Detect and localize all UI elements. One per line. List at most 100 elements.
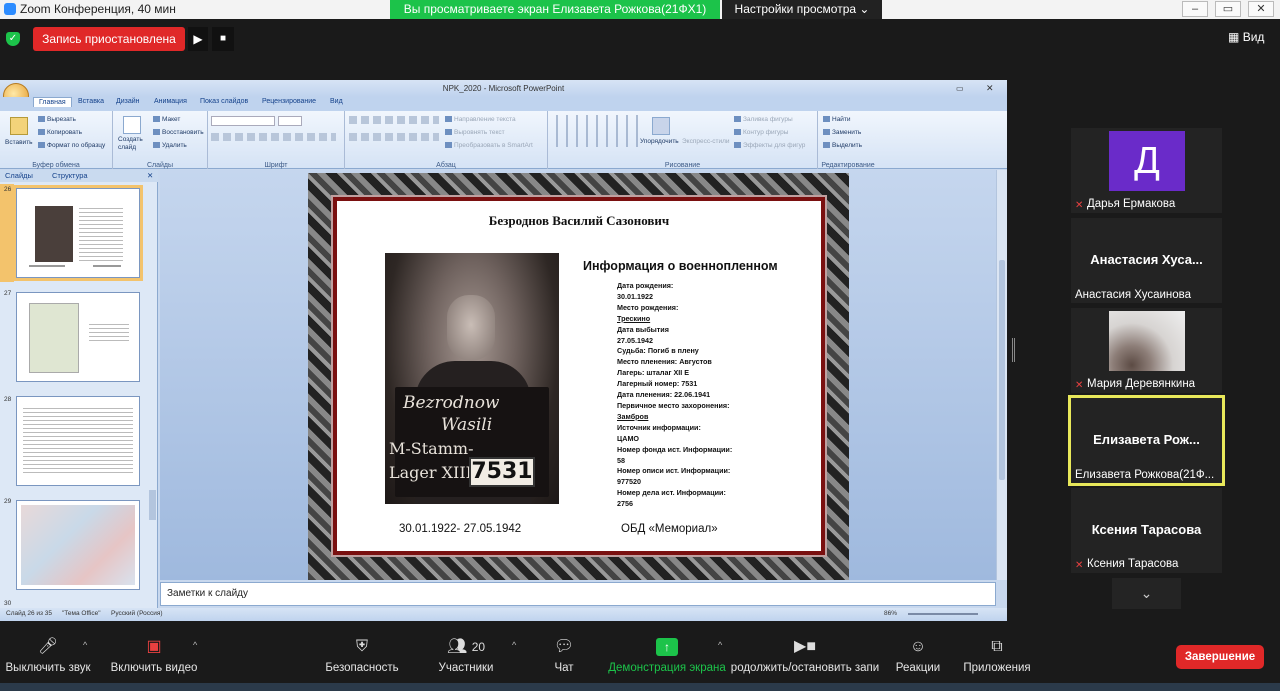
panel-resize-handle[interactable]: [1012, 338, 1015, 362]
text-direction-button[interactable]: Направление текста: [445, 116, 516, 123]
find-icon: [823, 116, 830, 123]
chat-button[interactable]: 💬︎ Чат: [546, 630, 582, 680]
participants-button[interactable]: 👥︎ 20 Участники: [430, 630, 502, 680]
participant-name-text: Мария Деревянкина: [1087, 378, 1196, 390]
security-button[interactable]: ⛨ Безопасность: [320, 630, 404, 680]
zoom-slider[interactable]: [908, 613, 978, 615]
thumb-map: [21, 505, 135, 585]
canvas-scroll-thumb[interactable]: [999, 260, 1005, 480]
ppt-tab-view[interactable]: Вид: [330, 98, 343, 105]
thumb-caption-line: [29, 265, 65, 267]
replace-button[interactable]: Заменить: [823, 129, 861, 136]
arrange-button[interactable]: Упорядочить: [640, 138, 679, 145]
thumb-photo: [35, 206, 73, 262]
font-format-buttons[interactable]: [211, 133, 336, 141]
view-button[interactable]: ▦ Вид: [1228, 30, 1264, 44]
new-slide-button[interactable]: Создать слайд: [118, 136, 152, 152]
smartart-button[interactable]: Преобразовать в SmartArt: [445, 142, 533, 149]
delete-slide-button[interactable]: Удалить: [153, 142, 187, 149]
apps-button[interactable]: ⧉ Приложения: [960, 630, 1034, 680]
participant-center-name: Анастасия Хуса...: [1090, 252, 1203, 267]
tab-slides[interactable]: Слайды: [5, 171, 33, 180]
smartart-label: Преобразовать в SmartArt: [454, 142, 533, 149]
info-line: Место рождения:: [617, 302, 679, 312]
audio-options-caret-icon[interactable]: ^: [83, 640, 87, 650]
pane-scrollbar[interactable]: [149, 490, 156, 520]
shape-effects-button[interactable]: Эффекты для фигур: [734, 142, 805, 149]
thumb-number: 30: [4, 600, 12, 607]
ppt-tab-review[interactable]: Рецензирование: [262, 98, 316, 105]
align-buttons[interactable]: [349, 133, 439, 141]
pow-photo: Bezrodnow Wasili M-Stamm- Lager XIIE 753…: [385, 253, 559, 504]
record-controls-button[interactable]: ▶■ родолжить/остановить запи: [730, 630, 880, 680]
close-pane-icon[interactable]: ✕: [147, 171, 153, 180]
ppt-tab-design[interactable]: Дизайн: [116, 98, 140, 105]
share-arrow-icon: ↑: [656, 638, 678, 656]
view-settings-button[interactable]: Настройки просмотра ⌄: [722, 0, 882, 19]
slide-life-dates: 30.01.1922- 27.05.1942: [399, 523, 522, 535]
reactions-button[interactable]: ☺ Реакции: [894, 630, 942, 680]
notes-field[interactable]: Заметки к слайду: [160, 582, 996, 606]
mute-button[interactable]: 🎤︎ Выключить звук: [2, 630, 94, 680]
resume-recording-button[interactable]: ▶: [188, 27, 208, 51]
encryption-shield-icon[interactable]: ✓: [6, 32, 20, 46]
close-button[interactable]: ✕: [1248, 1, 1274, 17]
cut-button[interactable]: Вырезать: [38, 116, 76, 123]
ppt-tab-insert[interactable]: Вставка: [78, 98, 104, 105]
stop-recording-button[interactable]: ■: [212, 27, 234, 51]
tab-outline[interactable]: Структура: [52, 171, 88, 180]
info-line: Трескино: [617, 313, 651, 323]
more-participants-button[interactable]: ⌄: [1112, 578, 1181, 609]
slides-pane: Слайды Структура ✕ 26 27 28 29 30: [0, 170, 158, 609]
thumb-caption-line: [93, 265, 121, 267]
find-button[interactable]: Найти: [823, 116, 851, 123]
font-group-label: Шрифт: [264, 162, 288, 169]
shapes-gallery[interactable]: [553, 115, 638, 147]
participant-tile[interactable]: ✕ Мария Деревянкина: [1071, 308, 1222, 393]
photo-face: [447, 295, 495, 361]
video-button[interactable]: ▣ Включить видео: [108, 630, 200, 680]
info-line: Первичное место захоронения:: [617, 400, 730, 410]
replace-icon: [823, 129, 830, 136]
record-label: родолжить/остановить запи: [730, 662, 880, 674]
end-meeting-button[interactable]: Завершение: [1176, 645, 1264, 669]
quick-styles-button[interactable]: Экспресс-стили: [682, 138, 730, 145]
list-format-buttons[interactable]: [349, 116, 439, 124]
canvas-scrollbar[interactable]: [996, 170, 1007, 580]
slide-thumbnail-29[interactable]: [16, 500, 140, 590]
slide-thumbnail-27[interactable]: [16, 292, 140, 382]
font-size-select[interactable]: [278, 116, 302, 126]
participant-tile-active-speaker[interactable]: Елизавета Рож... Елизавета Рожкова(21Ф..…: [1068, 395, 1225, 486]
ppt-close-icon[interactable]: ✕: [986, 83, 994, 94]
video-options-caret-icon[interactable]: ^: [193, 640, 197, 650]
layout-button[interactable]: Макет: [153, 116, 180, 123]
stop-icon: ■: [219, 33, 227, 44]
minimize-button[interactable]: –: [1182, 1, 1208, 17]
slide-thumbnail-26[interactable]: [13, 185, 143, 281]
shape-outline-button[interactable]: Контур фигуры: [734, 129, 788, 136]
share-options-caret-icon[interactable]: ^: [718, 640, 722, 650]
format-painter-button[interactable]: Формат по образцу: [38, 142, 105, 149]
ppt-tab-slideshow[interactable]: Показ слайдов: [200, 98, 248, 105]
slide-thumbnail-28[interactable]: [16, 396, 140, 486]
align-text-button[interactable]: Выровнять текст: [445, 129, 505, 136]
font-name-select[interactable]: [211, 116, 275, 126]
ppt-window-controls-icon[interactable]: ▭: [956, 84, 964, 93]
participants-options-caret-icon[interactable]: ^: [512, 640, 516, 650]
share-screen-button[interactable]: ↑ Демонстрация экрана: [606, 630, 728, 680]
participant-tile[interactable]: Анастасия Хуса... Анастасия Хусаинова: [1071, 218, 1222, 303]
reset-button[interactable]: Восстановить: [153, 129, 204, 136]
chat-bubble-icon: 💬︎: [553, 638, 575, 655]
participant-tile[interactable]: Д ✕ Дарья Ермакова: [1071, 128, 1222, 213]
participant-tile[interactable]: Ксения Тарасова ✕ Ксения Тарасова: [1071, 488, 1222, 573]
paste-button[interactable]: Вставить: [5, 139, 33, 146]
copy-button[interactable]: Копировать: [38, 129, 82, 136]
info-line: Судьба: Погиб в плену: [617, 346, 699, 356]
ppt-tab-animation[interactable]: Анимация: [154, 98, 187, 105]
slide[interactable]: Безроднов Василий Сазонович Bezrodnow Wa…: [333, 197, 825, 555]
select-button[interactable]: Выделить: [823, 142, 862, 149]
ppt-tab-home[interactable]: Главная: [33, 97, 72, 107]
maximize-button[interactable]: ▭: [1215, 1, 1241, 17]
text-direction-label: Направление текста: [454, 116, 516, 123]
shape-fill-button[interactable]: Заливка фигуры: [734, 116, 793, 123]
